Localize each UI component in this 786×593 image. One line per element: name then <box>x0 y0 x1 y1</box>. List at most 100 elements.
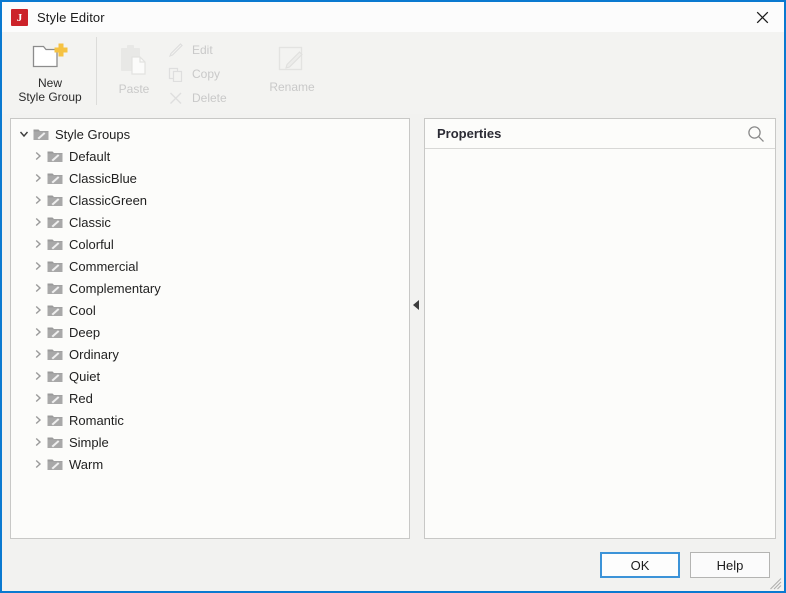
app-icon: J <box>11 9 28 26</box>
edit-label: Edit <box>192 43 213 57</box>
tree-row-cool[interactable]: Cool <box>11 299 409 321</box>
tree-row-warm[interactable]: Warm <box>11 453 409 475</box>
close-button[interactable] <box>740 2 784 32</box>
tree-item-label: Quiet <box>69 369 100 384</box>
properties-header: Properties <box>425 119 775 149</box>
tree-row-romantic[interactable]: Romantic <box>11 409 409 431</box>
delete-button[interactable]: Delete <box>165 86 251 110</box>
copy-icon <box>165 66 187 82</box>
chevron-right-icon[interactable] <box>31 415 45 425</box>
tree-item-label: Ordinary <box>69 347 119 362</box>
properties-panel: Properties <box>424 118 776 539</box>
tree-row-simple[interactable]: Simple <box>11 431 409 453</box>
chevron-right-icon[interactable] <box>31 217 45 227</box>
chevron-right-icon[interactable] <box>31 283 45 293</box>
new-style-group-label-2: Style Group <box>18 90 81 104</box>
new-style-group-button[interactable]: New Style Group <box>14 32 86 108</box>
dialog-footer: OK Help <box>2 539 784 591</box>
style-folder-icon <box>31 127 51 141</box>
tree-item-label: Default <box>69 149 110 164</box>
tree-row-classicblue[interactable]: ClassicBlue <box>11 167 409 189</box>
tree-row-commercial[interactable]: Commercial <box>11 255 409 277</box>
ok-button[interactable]: OK <box>600 552 680 578</box>
chevron-right-icon[interactable] <box>31 327 45 337</box>
search-icon[interactable] <box>747 125 765 143</box>
tree-row-colorful[interactable]: Colorful <box>11 233 409 255</box>
tree-row-deep[interactable]: Deep <box>11 321 409 343</box>
style-folder-icon <box>45 215 65 229</box>
chevron-down-icon[interactable] <box>17 129 31 139</box>
titlebar: J Style Editor <box>2 2 784 32</box>
paste-label: Paste <box>119 82 150 96</box>
style-folder-icon <box>45 325 65 339</box>
style-folder-icon <box>45 259 65 273</box>
tree-row-classicgreen[interactable]: ClassicGreen <box>11 189 409 211</box>
style-folder-icon <box>45 457 65 471</box>
chevron-right-icon[interactable] <box>31 371 45 381</box>
close-icon <box>756 11 769 24</box>
style-folder-icon <box>45 391 65 405</box>
chevron-right-icon[interactable] <box>31 437 45 447</box>
style-folder-icon <box>45 237 65 251</box>
rename-button[interactable]: Rename <box>255 32 329 108</box>
style-folder-icon <box>45 347 65 361</box>
style-folder-icon <box>45 413 65 427</box>
rename-label: Rename <box>269 80 314 94</box>
toolbar-separator <box>96 37 97 105</box>
window-title: Style Editor <box>37 10 105 25</box>
chevron-right-icon[interactable] <box>31 261 45 271</box>
chevron-right-icon[interactable] <box>31 393 45 403</box>
tree-item-label: Commercial <box>69 259 138 274</box>
style-folder-icon <box>45 281 65 295</box>
chevron-right-icon[interactable] <box>31 239 45 249</box>
svg-text:J: J <box>17 12 23 24</box>
paste-icon <box>116 40 152 80</box>
style-groups-tree-panel: Style Groups Default ClassicBlue ClassicGr… <box>10 118 410 539</box>
x-icon <box>165 90 187 106</box>
tree-row-ordinary[interactable]: Ordinary <box>11 343 409 365</box>
properties-title: Properties <box>437 126 747 141</box>
tree-children: Default ClassicBlue ClassicGreen Classic Col… <box>11 145 409 475</box>
tree-item-label: Romantic <box>69 413 124 428</box>
chevron-right-icon[interactable] <box>31 459 45 469</box>
tree-row-root[interactable]: Style Groups <box>11 123 409 145</box>
edit-copy-delete-group: Edit Copy Delete <box>165 32 251 110</box>
tree-root-label: Style Groups <box>55 127 130 142</box>
style-groups-tree: Style Groups Default ClassicBlue ClassicGr… <box>11 119 409 475</box>
copy-button[interactable]: Copy <box>165 62 251 86</box>
edit-button[interactable]: Edit <box>165 38 251 62</box>
style-folder-icon <box>45 149 65 163</box>
style-folder-icon <box>45 435 65 449</box>
tree-item-label: Simple <box>69 435 109 450</box>
delete-label: Delete <box>192 91 227 105</box>
tree-item-label: Deep <box>69 325 100 340</box>
chevron-right-icon[interactable] <box>31 195 45 205</box>
chevron-right-icon[interactable] <box>31 151 45 161</box>
tree-row-quiet[interactable]: Quiet <box>11 365 409 387</box>
pane-splitter[interactable] <box>410 118 424 539</box>
triangle-left-icon[interactable] <box>413 300 419 310</box>
new-style-group-label-1: New <box>38 76 62 90</box>
tree-row-classic[interactable]: Classic <box>11 211 409 233</box>
tree-row-red[interactable]: Red <box>11 387 409 409</box>
tree-item-label: Classic <box>69 215 111 230</box>
pencil-icon <box>165 42 187 58</box>
tree-row-default[interactable]: Default <box>11 145 409 167</box>
tree-row-complementary[interactable]: Complementary <box>11 277 409 299</box>
help-button[interactable]: Help <box>690 552 770 578</box>
tree-item-label: ClassicBlue <box>69 171 137 186</box>
chevron-right-icon[interactable] <box>31 305 45 315</box>
tree-item-label: Cool <box>69 303 96 318</box>
style-folder-icon <box>45 369 65 383</box>
tree-item-label: Complementary <box>69 281 161 296</box>
resize-grip-icon[interactable] <box>769 577 782 590</box>
new-folder-plus-icon <box>31 38 69 74</box>
chevron-right-icon[interactable] <box>31 349 45 359</box>
paste-button[interactable]: Paste <box>105 32 163 108</box>
tree-item-label: Colorful <box>69 237 114 252</box>
rename-pencil-icon <box>275 42 309 78</box>
toolbar: New Style Group Paste <box>2 32 784 114</box>
style-editor-dialog: J Style Editor New Style Group <box>0 0 786 593</box>
properties-content <box>425 149 775 538</box>
chevron-right-icon[interactable] <box>31 173 45 183</box>
